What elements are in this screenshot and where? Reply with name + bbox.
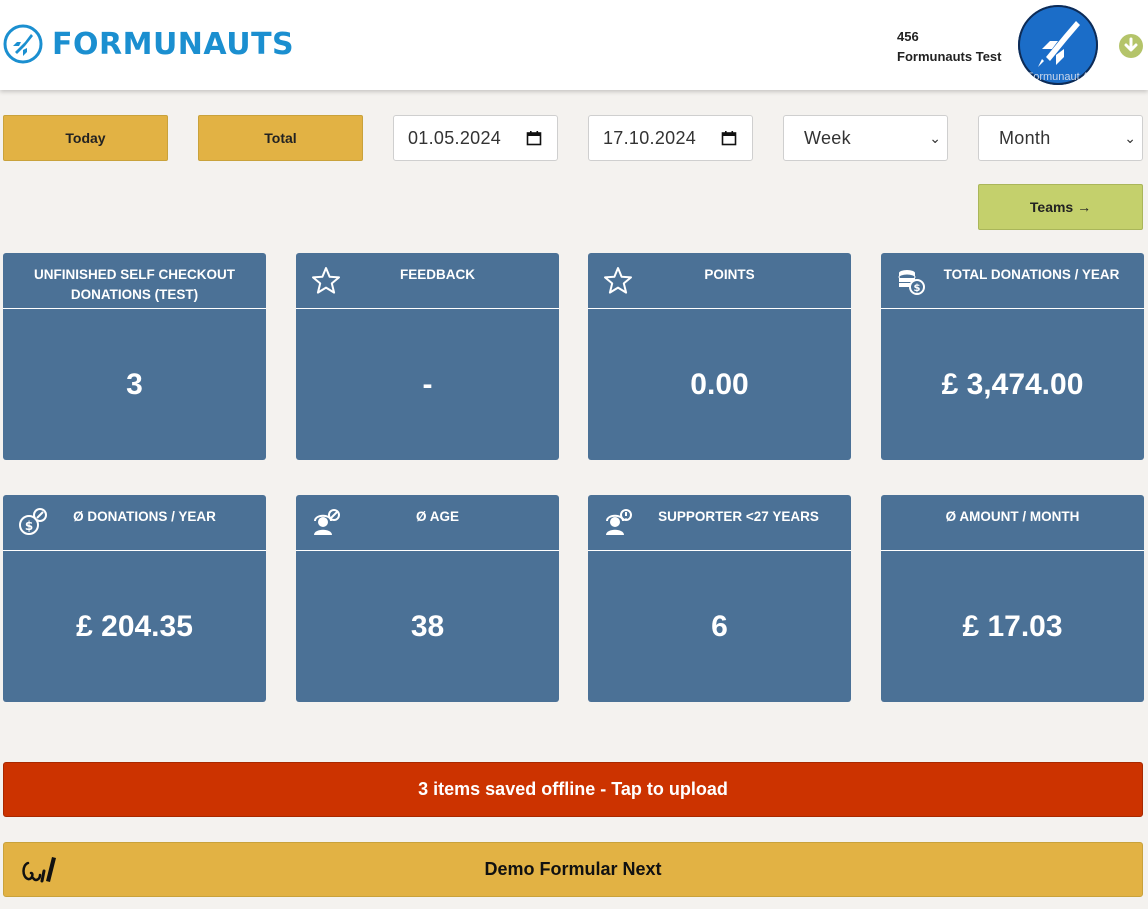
- card-title: TOTAL DONATIONS / YEAR: [943, 267, 1120, 282]
- card-avg-donations-year[interactable]: $ Ø DONATIONS / YEAR £ 204.35: [3, 495, 266, 702]
- card-supporter-under-27[interactable]: SUPPORTER <27 YEARS 6: [588, 495, 851, 702]
- card-title: POINTS: [704, 267, 755, 282]
- user-id: 456: [897, 29, 919, 44]
- chevron-down-icon: ⌄: [929, 129, 941, 146]
- today-button[interactable]: Today: [3, 115, 168, 161]
- card-header: $ TOTAL DONATIONS / YEAR: [881, 253, 1144, 309]
- chevron-down-icon: ⌄: [1124, 129, 1136, 146]
- download-arrow-icon[interactable]: [1119, 34, 1143, 58]
- card-title: Ø DONATIONS / YEAR: [73, 509, 216, 524]
- user-info: 456 Formunauts Test: [897, 27, 1002, 67]
- form-button-label: Demo Formular Next: [484, 859, 662, 879]
- card-value: £ 3,474.00: [941, 367, 1084, 401]
- card-value: £ 17.03: [962, 609, 1063, 643]
- form-button[interactable]: Demo Formular Next: [3, 842, 1143, 897]
- calendar-icon[interactable]: [526, 130, 542, 146]
- logo[interactable]: FORMUNAUTS: [3, 24, 294, 64]
- card-title: UNFINISHED SELF CHECKOUT DONATIONS (TEST…: [33, 267, 235, 302]
- avatar-caption: Formunaut A: [1026, 71, 1090, 83]
- card-avg-age[interactable]: Ø AGE 38: [296, 495, 559, 702]
- card-header: SUPPORTER <27 YEARS: [588, 495, 851, 551]
- card-title: SUPPORTER <27 YEARS: [658, 509, 819, 524]
- card-value: 0.00: [690, 367, 749, 401]
- card-header: POINTS: [588, 253, 851, 309]
- period-select[interactable]: Week ⌄: [783, 115, 948, 161]
- card-points[interactable]: POINTS 0.00: [588, 253, 851, 460]
- signature-pen-icon: [22, 857, 56, 883]
- date-from-value: 01.05.2024: [408, 127, 502, 148]
- date-to-value: 17.10.2024: [603, 127, 697, 148]
- card-total-donations-year[interactable]: $ TOTAL DONATIONS / YEAR £ 3,474.00: [881, 253, 1144, 460]
- card-value: -: [422, 367, 433, 401]
- card-value: £ 204.35: [76, 609, 193, 643]
- svg-text:$: $: [25, 519, 33, 533]
- date-from-input[interactable]: 01.05.2024: [393, 115, 558, 161]
- total-button[interactable]: Total: [198, 115, 363, 161]
- app-header: FORMUNAUTS 456 Formunauts Test Formunaut…: [0, 0, 1148, 90]
- card-unfinished-self-checkout[interactable]: UNFINISHED SELF CHECKOUT DONATIONS (TEST…: [3, 253, 266, 460]
- calendar-icon[interactable]: [721, 130, 737, 146]
- svg-text:$: $: [914, 283, 921, 294]
- card-title: Ø AMOUNT / MONTH: [945, 509, 1080, 524]
- card-avg-amount-month[interactable]: Ø AMOUNT / MONTH £ 17.03: [881, 495, 1144, 702]
- range-select-value: Month: [999, 127, 1051, 148]
- card-header: $ Ø DONATIONS / YEAR: [3, 495, 266, 551]
- card-title: Ø AGE: [415, 509, 459, 524]
- card-value: 3: [126, 367, 143, 401]
- card-header: FEEDBACK: [296, 253, 559, 309]
- card-header: Ø AGE: [296, 495, 559, 551]
- date-to-input[interactable]: 17.10.2024: [588, 115, 753, 161]
- rocket-logo-icon: [3, 24, 43, 64]
- range-select[interactable]: Month ⌄: [978, 115, 1143, 161]
- avatar[interactable]: Formunaut A: [1018, 5, 1098, 85]
- card-header: UNFINISHED SELF CHECKOUT DONATIONS (TEST…: [3, 253, 266, 309]
- logo-text: FORMUNAUTS: [52, 26, 295, 62]
- coins-icon: $: [898, 270, 925, 295]
- teams-button[interactable]: Teams →: [978, 184, 1143, 230]
- card-value: 6: [711, 609, 728, 643]
- card-header: Ø AMOUNT / MONTH: [881, 495, 1144, 551]
- card-feedback[interactable]: FEEDBACK -: [296, 253, 559, 460]
- offline-upload-banner[interactable]: 3 items saved offline - Tap to upload: [3, 762, 1143, 817]
- user-name: Formunauts Test: [897, 49, 1002, 64]
- card-value: 38: [410, 609, 445, 643]
- period-select-value: Week: [804, 127, 851, 148]
- card-title: FEEDBACK: [399, 267, 475, 282]
- user-alert-icon: [606, 509, 632, 535]
